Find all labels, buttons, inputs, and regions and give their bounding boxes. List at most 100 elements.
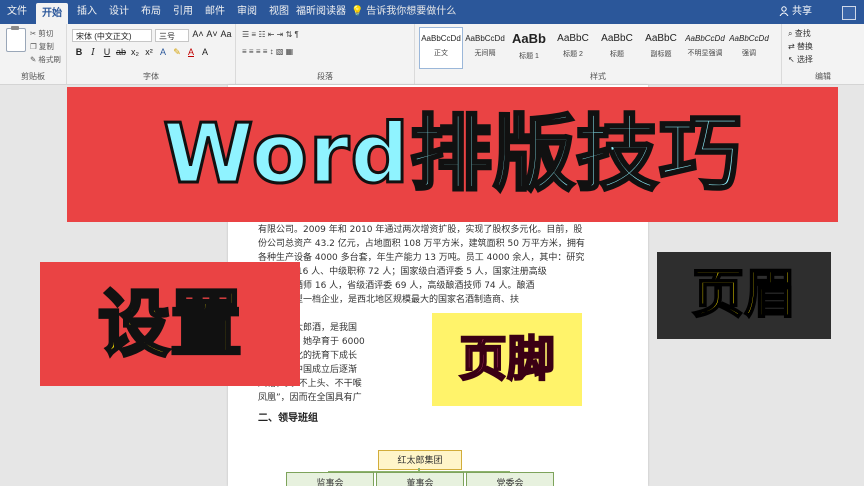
body-line: 份公司总资产 43.2 亿元，占地面积 108 万平方米，建筑面积 50 万平方… bbox=[258, 239, 585, 249]
tell-me-box[interactable]: 💡 告诉我你想要做什么 bbox=[351, 0, 456, 24]
collapse-ribbon-button[interactable] bbox=[842, 6, 856, 20]
cut-button[interactable]: ✂ 剪切 bbox=[30, 28, 53, 39]
format-painter-button[interactable]: ✎ 格式刷 bbox=[30, 54, 61, 65]
superscript-icon[interactable]: x² bbox=[142, 47, 156, 57]
copy-button[interactable]: ❐ 复制 bbox=[30, 41, 54, 52]
org-child-node[interactable]: 董事会 bbox=[376, 472, 464, 486]
tab-layout[interactable]: 布局 bbox=[136, 0, 166, 24]
sticker-footer: 页脚 bbox=[432, 313, 582, 406]
italic-icon[interactable]: I bbox=[86, 48, 100, 58]
paragraph-group-label: 段落 bbox=[317, 72, 333, 81]
font-size-select[interactable]: 三号 bbox=[155, 29, 189, 42]
style-title[interactable]: AaBbC 标题 bbox=[595, 27, 639, 69]
font-group: 宋体 (中文正文) 三号 A˄ A˅ Aa B I Uab x₂ x² A ✎ A A 字体 bbox=[67, 24, 236, 84]
sort-icon[interactable]: ⇅ bbox=[286, 30, 293, 39]
replace-button[interactable]: ⇄ 替换 bbox=[788, 41, 813, 52]
text-effects-icon[interactable]: A bbox=[156, 47, 170, 57]
bold-icon[interactable]: B bbox=[72, 47, 86, 57]
align-center-icon[interactable]: ≡ bbox=[249, 47, 254, 56]
tab-foxit-reader[interactable]: 福昕阅读器 bbox=[296, 0, 346, 24]
style-heading-1[interactable]: AaBb 标题 1 bbox=[507, 27, 551, 69]
format-painter-label: 格式刷 bbox=[38, 55, 61, 64]
section-heading: 二、领导班组 bbox=[258, 413, 318, 424]
font-group-label: 字体 bbox=[143, 72, 159, 81]
org-child-node[interactable]: 监事会 bbox=[286, 472, 374, 486]
select-button[interactable]: ↖ 选择 bbox=[788, 54, 813, 65]
tab-insert[interactable]: 插入 bbox=[72, 0, 102, 24]
style-no-spacing[interactable]: AaBbCcDd 无间隔 bbox=[463, 27, 507, 69]
subscript-icon[interactable]: x₂ bbox=[128, 47, 142, 57]
bullets-icon[interactable]: ☰ bbox=[242, 30, 249, 39]
strikethrough-icon[interactable]: ab bbox=[114, 47, 128, 57]
borders-icon[interactable]: ▦ bbox=[286, 47, 294, 56]
justify-icon[interactable]: ≡ bbox=[263, 47, 268, 56]
select-icon: ↖ bbox=[788, 55, 795, 64]
org-root-node[interactable]: 红太郎集团 bbox=[378, 450, 462, 470]
tab-view[interactable]: 视图 bbox=[264, 0, 294, 24]
body-line: 高级职称 16 人、中级职称 72 人；国家级白酒评委 5 人，国家注册高级 bbox=[258, 267, 547, 277]
select-label: 选择 bbox=[796, 55, 813, 64]
paragraph-group: ☰ ≡ ☷ ⇤ ⇥ ⇅ ¶ ≡ ≡ ≡ ≡ ↕ ▧ ▦ 段落 bbox=[236, 24, 415, 84]
style-sample: AaBbC bbox=[645, 33, 677, 44]
align-right-icon[interactable]: ≡ bbox=[256, 47, 261, 56]
numbering-icon[interactable]: ≡ bbox=[251, 30, 256, 39]
tab-review[interactable]: 审阅 bbox=[232, 0, 262, 24]
body-line: 、十级品酒师 16 人，省级酒评委 69 人，高级酿酒技师 74 人。酿酒 bbox=[258, 281, 535, 291]
shading-icon[interactable]: ▧ bbox=[276, 47, 284, 56]
highlight-icon[interactable]: ✎ bbox=[170, 47, 184, 58]
change-case-icon[interactable]: Aa bbox=[219, 29, 233, 39]
lightbulb-icon: 💡 bbox=[351, 6, 364, 17]
show-marks-icon[interactable]: ¶ bbox=[295, 30, 299, 39]
tab-references[interactable]: 引用 bbox=[168, 0, 198, 24]
tab-design[interactable]: 设计 bbox=[104, 0, 134, 24]
multilevel-list-icon[interactable]: ☷ bbox=[258, 30, 265, 39]
style-normal[interactable]: AaBbCcDd 正文 bbox=[419, 27, 463, 69]
style-name: 正文 bbox=[434, 50, 448, 57]
style-subtitle[interactable]: AaBbC 副标题 bbox=[639, 27, 683, 69]
font-name-select[interactable]: 宋体 (中文正文) bbox=[72, 29, 152, 42]
style-name: 标题 1 bbox=[519, 53, 539, 60]
increase-indent-icon[interactable]: ⇥ bbox=[277, 30, 284, 39]
body-line: 有限公司。2009 年和 2010 年通过两次增资扩股，实现了股权多元化。目前，… bbox=[258, 225, 583, 235]
tell-me-text: 告诉我你想要做什么 bbox=[366, 6, 457, 17]
style-name: 无间隔 bbox=[474, 50, 496, 57]
style-sample: AaBbCcDd bbox=[685, 34, 725, 43]
person-icon bbox=[779, 6, 789, 17]
style-sample: AaBbC bbox=[557, 33, 589, 44]
sticker-header: 页眉 bbox=[657, 252, 831, 339]
cut-label: 剪切 bbox=[38, 29, 54, 38]
font-format-buttons: B I Uab x₂ x² A ✎ A A bbox=[72, 47, 212, 58]
sticker-set: 设置 bbox=[40, 262, 300, 386]
underline-icon[interactable]: U bbox=[100, 47, 114, 57]
body-line: 属国家大型一档企业，是西北地区规模最大的国家名酒制造商、扶 bbox=[258, 295, 520, 305]
font-color-icon[interactable]: A bbox=[184, 47, 198, 57]
paste-icon[interactable] bbox=[6, 26, 26, 52]
share-button[interactable]: 共享 bbox=[779, 0, 812, 24]
grow-font-icon[interactable]: A˄ bbox=[191, 29, 205, 39]
org-child-node[interactable]: 党委会 bbox=[466, 472, 554, 486]
style-subtle-emphasis[interactable]: AaBbCcDd 不明显强调 bbox=[683, 27, 727, 69]
shrink-font-icon[interactable]: A˅ bbox=[205, 29, 219, 39]
line-spacing-icon[interactable]: ↕ bbox=[270, 47, 274, 56]
tab-file[interactable]: 文件 bbox=[2, 0, 32, 24]
character-shading-icon[interactable]: A bbox=[198, 47, 212, 57]
styles-group: AaBbCcDd 正文 AaBbCcDd 无间隔 AaBb 标题 1 AaBbC 标题 … bbox=[415, 24, 782, 84]
decrease-indent-icon[interactable]: ⇤ bbox=[268, 30, 275, 39]
style-sample: AaBbCcDd bbox=[729, 34, 769, 43]
style-heading-2[interactable]: AaBbC 标题 2 bbox=[551, 27, 595, 69]
tab-mailings[interactable]: 邮件 bbox=[200, 0, 230, 24]
style-sample: AaBbCcDd bbox=[465, 34, 505, 43]
tab-home[interactable]: 开始 bbox=[36, 3, 68, 24]
replace-label: 替换 bbox=[796, 42, 813, 51]
style-emphasis[interactable]: AaBbCcDd 强调 bbox=[727, 27, 771, 69]
style-name: 副标题 bbox=[650, 51, 672, 58]
banner-title: Word排版技巧 bbox=[162, 106, 743, 204]
font-size-buttons: A˄ A˅ Aa bbox=[191, 29, 233, 39]
align-left-icon[interactable]: ≡ bbox=[242, 47, 247, 56]
find-button[interactable]: ⌕ 查找 bbox=[788, 28, 811, 39]
share-label: 共享 bbox=[792, 6, 812, 17]
editing-group: ⌕ 查找 ⇄ 替换 ↖ 选择 编辑 bbox=[782, 24, 864, 84]
editing-group-label: 编辑 bbox=[815, 72, 831, 81]
clipboard-group-label: 剪贴板 bbox=[21, 72, 45, 81]
style-name: 标题 bbox=[610, 51, 624, 58]
